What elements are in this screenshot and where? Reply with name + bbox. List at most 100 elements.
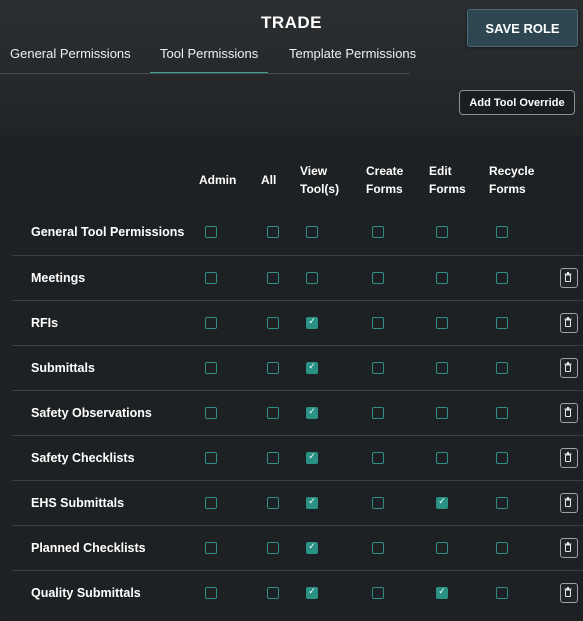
permission-checkbox[interactable] bbox=[496, 226, 508, 238]
tab-tool-permissions[interactable]: Tool Permissions bbox=[150, 38, 269, 74]
tool-name: General Tool Permissions bbox=[31, 225, 185, 239]
permission-checkbox[interactable] bbox=[306, 226, 318, 238]
permission-checkbox[interactable] bbox=[372, 317, 384, 329]
column-header-line: Edit bbox=[429, 164, 452, 178]
table-row: Safety Observations ✓ bbox=[12, 390, 583, 436]
permission-checkbox[interactable] bbox=[205, 452, 217, 464]
tool-name: Planned Checklists bbox=[31, 541, 146, 555]
delete-override-button[interactable] bbox=[560, 268, 578, 288]
table-row: EHS Submittals ✓ ✓ bbox=[12, 480, 583, 526]
permission-checkbox[interactable]: ✓ bbox=[306, 497, 318, 509]
check-icon: ✓ bbox=[438, 497, 446, 507]
permission-checkbox[interactable] bbox=[205, 362, 217, 374]
permission-checkbox[interactable] bbox=[267, 407, 279, 419]
permission-checkbox[interactable] bbox=[496, 272, 508, 284]
table-row: Planned Checklists ✓ bbox=[12, 525, 583, 571]
permission-checkbox[interactable] bbox=[205, 226, 217, 238]
permission-checkbox[interactable] bbox=[436, 272, 448, 284]
permission-checkbox[interactable] bbox=[436, 226, 448, 238]
permission-checkbox[interactable] bbox=[436, 362, 448, 374]
table-row: General Tool Permissions bbox=[12, 210, 583, 255]
permission-checkbox[interactable] bbox=[372, 226, 384, 238]
column-header-line: Admin bbox=[199, 173, 237, 187]
table-row: Quality Submittals ✓ ✓ bbox=[12, 570, 583, 616]
permission-checkbox[interactable] bbox=[267, 226, 279, 238]
save-role-button[interactable]: SAVE ROLE bbox=[467, 9, 578, 47]
permission-checkbox[interactable] bbox=[436, 542, 448, 554]
check-icon: ✓ bbox=[308, 362, 316, 372]
column-header: All bbox=[261, 171, 276, 189]
permission-checkbox[interactable] bbox=[267, 452, 279, 464]
permission-checkbox[interactable]: ✓ bbox=[436, 587, 448, 599]
delete-override-button[interactable] bbox=[560, 583, 578, 603]
column-header-line: Recycle bbox=[489, 164, 535, 178]
delete-override-button[interactable] bbox=[560, 403, 578, 423]
delete-override-button[interactable] bbox=[560, 538, 578, 558]
permission-checkbox[interactable]: ✓ bbox=[306, 362, 318, 374]
permission-checkbox[interactable] bbox=[205, 317, 217, 329]
check-icon: ✓ bbox=[308, 407, 316, 417]
delete-override-button[interactable] bbox=[560, 448, 578, 468]
permission-checkbox[interactable] bbox=[496, 362, 508, 374]
permission-checkbox[interactable] bbox=[496, 497, 508, 509]
permission-checkbox[interactable] bbox=[205, 407, 217, 419]
column-header-line: View bbox=[300, 164, 328, 178]
column-header-line: Forms bbox=[366, 182, 403, 196]
tabs-divider bbox=[0, 73, 410, 74]
delete-override-button[interactable] bbox=[560, 358, 578, 378]
permission-checkbox[interactable] bbox=[267, 542, 279, 554]
permission-checkbox[interactable] bbox=[436, 407, 448, 419]
permission-checkbox[interactable] bbox=[372, 587, 384, 599]
table-row: Safety Checklists ✓ bbox=[12, 435, 583, 481]
column-header-line: Create bbox=[366, 164, 404, 178]
table-row: RFIs ✓ bbox=[12, 300, 583, 346]
column-header-line: Tool(s) bbox=[300, 182, 340, 196]
delete-override-button[interactable] bbox=[560, 493, 578, 513]
permission-checkbox[interactable]: ✓ bbox=[436, 497, 448, 509]
check-icon: ✓ bbox=[308, 452, 316, 462]
permission-checkbox[interactable] bbox=[205, 272, 217, 284]
permission-checkbox[interactable]: ✓ bbox=[306, 407, 318, 419]
column-header: Admin bbox=[199, 171, 236, 189]
check-icon: ✓ bbox=[308, 542, 316, 552]
permission-checkbox[interactable] bbox=[496, 317, 508, 329]
permission-checkbox[interactable] bbox=[372, 452, 384, 464]
permission-checkbox[interactable]: ✓ bbox=[306, 317, 318, 329]
permission-checkbox[interactable] bbox=[205, 587, 217, 599]
permission-checkbox[interactable] bbox=[496, 407, 508, 419]
permission-checkbox[interactable]: ✓ bbox=[306, 542, 318, 554]
tool-name: Safety Checklists bbox=[31, 451, 135, 465]
table-row: Submittals ✓ bbox=[12, 345, 583, 391]
column-header: Recycle Forms bbox=[489, 162, 534, 198]
permission-checkbox[interactable] bbox=[372, 407, 384, 419]
permission-checkbox[interactable] bbox=[267, 587, 279, 599]
column-header-line: Forms bbox=[489, 182, 526, 196]
permission-checkbox[interactable] bbox=[496, 452, 508, 464]
permission-checkbox[interactable]: ✓ bbox=[306, 452, 318, 464]
tool-name: Submittals bbox=[31, 361, 95, 375]
permission-checkbox[interactable] bbox=[205, 497, 217, 509]
permission-checkbox[interactable] bbox=[496, 542, 508, 554]
permission-checkbox[interactable]: ✓ bbox=[306, 587, 318, 599]
check-icon: ✓ bbox=[308, 317, 316, 327]
permission-checkbox[interactable] bbox=[496, 587, 508, 599]
permission-checkbox[interactable] bbox=[372, 542, 384, 554]
permission-checkbox[interactable] bbox=[267, 317, 279, 329]
delete-override-button[interactable] bbox=[560, 313, 578, 333]
permission-checkbox[interactable] bbox=[436, 452, 448, 464]
tool-name: Safety Observations bbox=[31, 406, 152, 420]
tab-general-permissions[interactable]: General Permissions bbox=[10, 38, 131, 72]
add-tool-override-button[interactable]: Add Tool Override bbox=[459, 90, 575, 115]
permission-checkbox[interactable] bbox=[372, 272, 384, 284]
tab-template-permissions[interactable]: Template Permissions bbox=[289, 38, 416, 72]
permission-checkbox[interactable] bbox=[372, 497, 384, 509]
permission-checkbox[interactable] bbox=[436, 317, 448, 329]
permission-checkbox[interactable] bbox=[267, 272, 279, 284]
check-icon: ✓ bbox=[438, 587, 446, 597]
permission-checkbox[interactable] bbox=[372, 362, 384, 374]
check-icon: ✓ bbox=[308, 587, 316, 597]
permission-checkbox[interactable] bbox=[306, 272, 318, 284]
permission-checkbox[interactable] bbox=[205, 542, 217, 554]
permission-checkbox[interactable] bbox=[267, 497, 279, 509]
permission-checkbox[interactable] bbox=[267, 362, 279, 374]
